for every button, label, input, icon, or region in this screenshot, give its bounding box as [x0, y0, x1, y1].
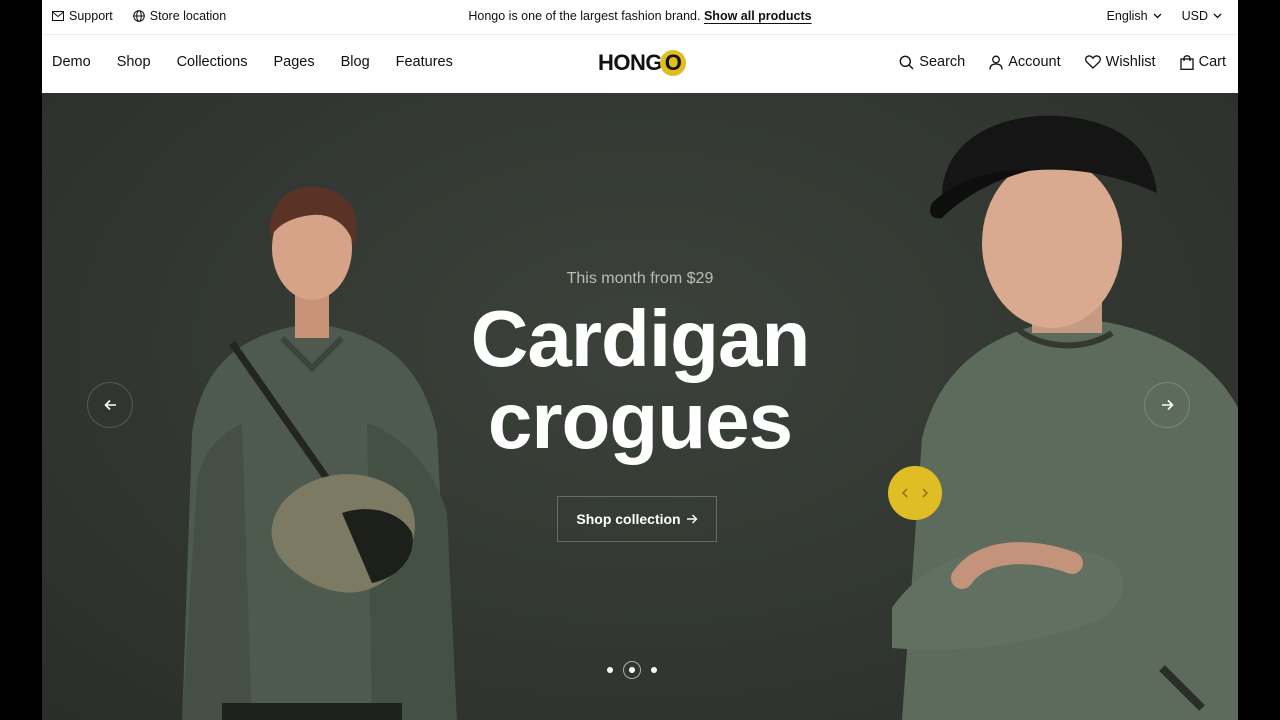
user-icon: [989, 55, 1003, 70]
announcement: Hongo is one of the largest fashion bran…: [42, 9, 1238, 23]
drag-arrows-icon: [902, 488, 928, 498]
heart-icon: [1084, 55, 1101, 69]
wishlist-label: Wishlist: [1105, 54, 1156, 70]
slide-dot-3[interactable]: [651, 667, 657, 673]
currency-select[interactable]: USD: [1182, 9, 1222, 23]
announcement-bar: Support Store location Hongo is one of t…: [42, 0, 1238, 35]
slide-dot-2-active[interactable]: [623, 661, 641, 679]
chevron-down-icon: [1153, 13, 1162, 19]
logo[interactable]: HONG O: [598, 50, 686, 76]
arrow-left-icon: [103, 399, 116, 411]
account-label: Account: [1008, 54, 1061, 70]
nav-item-collections[interactable]: Collections: [177, 54, 248, 70]
chevron-down-icon: [1213, 13, 1222, 19]
cart-label: Cart: [1198, 54, 1226, 70]
browser-page: Support Store location Hongo is one of t…: [42, 0, 1238, 720]
nav-item-blog[interactable]: Blog: [341, 54, 370, 70]
hero-headline-line2: crogues: [487, 376, 793, 465]
search-icon: [899, 55, 914, 69]
hero-kicker: This month from $29: [566, 270, 714, 287]
search-label: Search: [919, 54, 966, 70]
drag-cursor: [888, 466, 942, 520]
nav-item-shop[interactable]: Shop: [117, 54, 151, 70]
main-nav: Demo Shop Collections Pages Blog Feature…: [42, 35, 1238, 92]
language-value: English: [1106, 9, 1148, 23]
hero-headline: Cardigan crogues: [42, 298, 1238, 462]
cart-button[interactable]: Cart: [1179, 54, 1226, 70]
nav-item-demo[interactable]: Demo: [52, 54, 91, 70]
account-button[interactable]: Account: [989, 54, 1061, 70]
hero-slider: This month from $29 Cardigan crogues Sho…: [42, 93, 1238, 720]
slider-next-button[interactable]: [1144, 382, 1190, 428]
slider-pagination: [607, 661, 657, 679]
wishlist-button[interactable]: Wishlist: [1084, 54, 1156, 70]
currency-value: USD: [1181, 9, 1208, 23]
shop-collection-button[interactable]: Shop collection: [557, 496, 717, 542]
announcement-text: Hongo is one of the largest fashion bran…: [468, 9, 701, 23]
search-button[interactable]: Search: [899, 54, 965, 70]
bag-icon: [1179, 54, 1194, 70]
nav-item-features[interactable]: Features: [396, 54, 453, 70]
logo-text: HONG: [598, 50, 663, 75]
show-all-products-link[interactable]: Show all products: [704, 9, 812, 23]
shop-collection-label: Shop collection: [576, 511, 681, 527]
arrow-right-icon: [686, 514, 698, 524]
arrow-right-icon: [1161, 399, 1174, 411]
logo-o: O: [660, 50, 686, 76]
slider-prev-button[interactable]: [87, 382, 133, 428]
language-select[interactable]: English: [1107, 9, 1162, 23]
slide-dot-1[interactable]: [607, 667, 613, 673]
nav-item-pages[interactable]: Pages: [273, 54, 314, 70]
hero-headline-line1: Cardigan: [470, 294, 811, 383]
